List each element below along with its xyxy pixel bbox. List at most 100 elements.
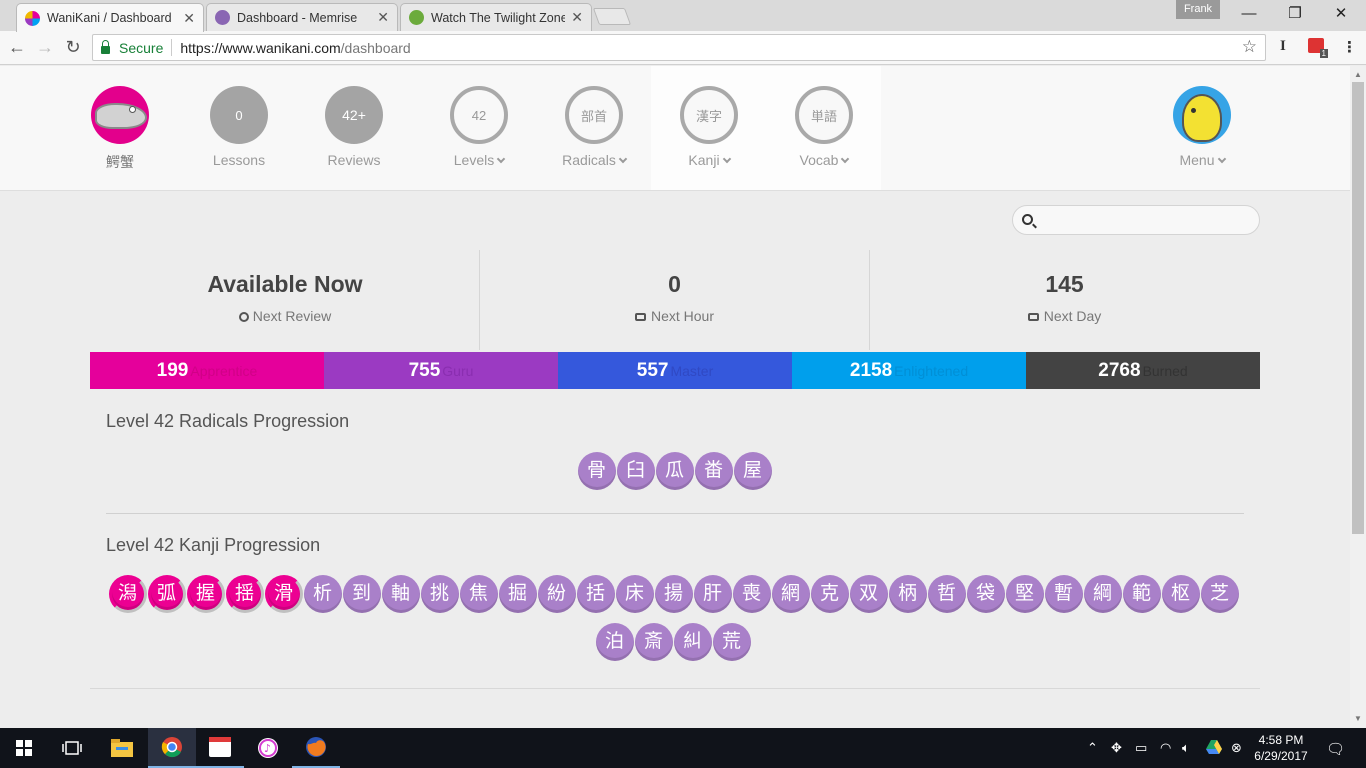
new-tab-button[interactable] xyxy=(592,8,632,25)
close-tab-icon[interactable]: ✕ xyxy=(377,9,389,26)
progress-item[interactable]: 括 xyxy=(576,575,615,613)
progress-item[interactable]: 糾 xyxy=(673,623,712,661)
wifi-icon[interactable]: ◠ xyxy=(1160,740,1171,756)
progress-item[interactable]: 枢 xyxy=(1161,575,1200,613)
scroll-down-icon[interactable]: ▼ xyxy=(1350,712,1366,726)
progress-item[interactable]: 泊 xyxy=(595,623,634,661)
firefox-icon[interactable] xyxy=(292,728,340,768)
vocab-glyph: 単語 xyxy=(795,86,853,144)
progress-item[interactable]: 潟 xyxy=(108,575,147,613)
calendar-app-icon[interactable] xyxy=(196,728,244,768)
progress-item[interactable]: 哲 xyxy=(927,575,966,613)
bookmark-star-icon[interactable]: ☆ xyxy=(1242,37,1257,57)
progress-item[interactable]: 柄 xyxy=(888,575,927,613)
progress-item[interactable]: 屋 xyxy=(733,452,772,490)
progress-item[interactable]: 紛 xyxy=(537,575,576,613)
windows-start-icon[interactable] xyxy=(0,728,48,768)
user-profile-link[interactable]: 鰐蟹 xyxy=(70,86,170,172)
url-host: https://www.wanikani.com xyxy=(180,39,341,56)
show-hidden-icons[interactable]: ⌃ xyxy=(1087,740,1098,756)
tab-wanikani[interactable]: WaniKani / Dashboard ✕ xyxy=(16,3,204,32)
progress-item[interactable]: 網 xyxy=(771,575,810,613)
progress-item[interactable]: 床 xyxy=(615,575,654,613)
next-hour-value: 0 xyxy=(668,271,681,297)
chrome-taskbar-icon[interactable] xyxy=(148,728,196,768)
progress-item[interactable]: 暫 xyxy=(1044,575,1083,613)
progress-item[interactable]: 芝 xyxy=(1200,575,1239,613)
tab-twilight-zone[interactable]: Watch The Twilight Zone ✕ xyxy=(400,3,592,31)
progress-item[interactable]: 骨 xyxy=(577,452,616,490)
progress-item[interactable]: 斎 xyxy=(634,623,673,661)
task-view-icon[interactable] xyxy=(48,728,96,768)
srs-enlightened[interactable]: 2158 Enlightened xyxy=(792,352,1026,389)
forward-arrow-icon[interactable]: → xyxy=(34,36,56,58)
progress-item[interactable]: 挑 xyxy=(420,575,459,613)
tab-memrise[interactable]: Dashboard - Memrise ✕ xyxy=(206,3,398,31)
kanji-dropdown[interactable]: 漢字 Kanji xyxy=(659,86,759,168)
progress-item[interactable]: 袋 xyxy=(966,575,1005,613)
progress-item[interactable]: 握 xyxy=(186,575,225,613)
volume-icon[interactable]: 🔈︎ xyxy=(1182,740,1190,756)
back-arrow-icon[interactable]: ← xyxy=(6,36,28,58)
reload-icon[interactable]: ↻ xyxy=(62,36,84,58)
itunes-icon[interactable]: ♪ xyxy=(244,728,292,768)
progress-item[interactable]: 荒 xyxy=(712,623,751,661)
close-tab-icon[interactable]: ✕ xyxy=(183,10,195,27)
srs-guru[interactable]: 755 Guru xyxy=(324,352,558,389)
kanji-progression-list: 泊斎糾荒 xyxy=(595,623,751,661)
reviews-link[interactable]: 42+ Reviews xyxy=(304,86,404,168)
chevron-down-icon xyxy=(496,154,506,164)
progress-item[interactable]: 揚 xyxy=(654,575,693,613)
progress-item[interactable]: 喪 xyxy=(732,575,771,613)
minimize-icon[interactable]: — xyxy=(1226,0,1272,29)
close-tab-icon[interactable]: ✕ xyxy=(571,9,583,26)
menu-dropdown[interactable]: Menu xyxy=(1152,86,1252,168)
scroll-up-icon[interactable]: ▲ xyxy=(1350,68,1366,82)
srs-apprentice[interactable]: 199 Apprentice xyxy=(90,352,324,389)
lessons-link[interactable]: 0 Lessons xyxy=(189,86,289,168)
progress-item[interactable]: 綱 xyxy=(1083,575,1122,613)
taskbar-clock[interactable]: 4:58 PM 6/29/2017 xyxy=(1240,732,1322,764)
extension-badge-icon[interactable]: 1 xyxy=(1308,38,1328,58)
progress-item[interactable]: 範 xyxy=(1122,575,1161,613)
progress-item[interactable]: 到 xyxy=(342,575,381,613)
menu-avatar[interactable] xyxy=(1173,86,1231,144)
window-close-icon[interactable]: ✕ xyxy=(1318,0,1364,29)
srs-master[interactable]: 557 Master xyxy=(558,352,792,389)
progress-item[interactable]: 揺 xyxy=(225,575,264,613)
chrome-menu-icon[interactable]: ⋮ xyxy=(1342,38,1357,56)
wanikani-header: 鰐蟹 0 Lessons 42+ Reviews 42 Levels 部首 Ra… xyxy=(0,66,1350,191)
user-avatar[interactable] xyxy=(91,86,149,144)
google-drive-icon[interactable] xyxy=(1206,740,1222,757)
progress-item[interactable]: 軸 xyxy=(381,575,420,613)
progress-item[interactable]: 瓜 xyxy=(655,452,694,490)
progress-item[interactable]: 析 xyxy=(303,575,342,613)
vocab-dropdown[interactable]: 単語 Vocab xyxy=(774,86,874,168)
progress-item[interactable]: 掘 xyxy=(498,575,537,613)
progress-item[interactable]: 臼 xyxy=(616,452,655,490)
extension-i-icon[interactable]: I xyxy=(1280,38,1286,55)
tab-title: Dashboard - Memrise xyxy=(237,10,358,25)
progress-item[interactable]: 畨 xyxy=(694,452,733,490)
address-bar[interactable]: Secure https://www.wanikani.com/dashboar… xyxy=(92,34,1266,61)
search-input[interactable] xyxy=(1012,205,1260,235)
progress-item[interactable]: 双 xyxy=(849,575,888,613)
levels-dropdown[interactable]: 42 Levels xyxy=(429,86,529,168)
power-icon[interactable]: ▭ xyxy=(1135,740,1147,756)
profile-button[interactable]: Frank xyxy=(1176,0,1220,19)
progress-item[interactable]: 弧 xyxy=(147,575,186,613)
srs-burned[interactable]: 2768 Burned xyxy=(1026,352,1260,389)
scrollbar-thumb[interactable] xyxy=(1352,82,1364,534)
restore-icon[interactable]: ❐ xyxy=(1272,0,1318,29)
dropbox-icon[interactable]: ✥ xyxy=(1111,740,1122,756)
file-explorer-icon[interactable] xyxy=(98,728,146,768)
progress-item[interactable]: 克 xyxy=(810,575,849,613)
notifications-icon[interactable]: 🗨︎ xyxy=(1326,740,1345,758)
clock-icon xyxy=(238,312,249,322)
progress-item[interactable]: 焦 xyxy=(459,575,498,613)
progress-item[interactable]: 滑 xyxy=(264,575,303,613)
progress-item[interactable]: 肝 xyxy=(693,575,732,613)
tab-title: WaniKani / Dashboard xyxy=(47,11,172,25)
radicals-dropdown[interactable]: 部首 Radicals xyxy=(544,86,644,168)
progress-item[interactable]: 堅 xyxy=(1005,575,1044,613)
